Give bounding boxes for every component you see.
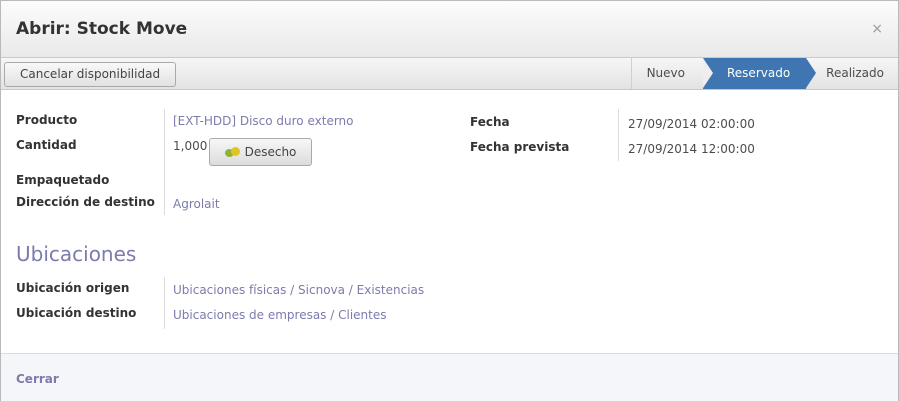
dialog-footer: Cerrar <box>1 353 898 401</box>
stock-move-dialog: Abrir: Stock Move × Cancelar disponibili… <box>0 0 899 401</box>
producto-label: Producto <box>16 113 78 127</box>
empaquetado-label: Empaquetado <box>16 173 110 187</box>
form-body: Producto [EXT-HDD] Disco duro externo Ca… <box>1 91 898 353</box>
stage-nuevo[interactable]: Nuevo <box>632 58 703 89</box>
desecho-label: Desecho <box>244 145 297 159</box>
field-divider <box>618 109 619 161</box>
dialog-header: Abrir: Stock Move × <box>1 1 898 58</box>
direccion-destino-link[interactable]: Agrolait <box>173 197 220 211</box>
status-toolbar: Cancelar disponibilidad Nuevo Reservado … <box>1 58 898 90</box>
stage-bar: Nuevo Reservado Realizado <box>630 58 898 89</box>
fecha-label: Fecha <box>470 115 510 129</box>
close-icon[interactable]: × <box>871 21 883 37</box>
cantidad-value: 1,000 <box>173 139 208 153</box>
ubicacion-origen-label: Ubicación origen <box>16 281 130 295</box>
direccion-destino-label: Dirección de destino <box>16 195 155 209</box>
desecho-button[interactable]: Desecho <box>209 138 312 166</box>
ubicacion-destino-label: Ubicación destino <box>16 306 137 320</box>
fecha-prevista-label: Fecha prevista <box>470 140 570 154</box>
dialog-title: Abrir: Stock Move <box>16 19 188 39</box>
close-link[interactable]: Cerrar <box>16 372 59 386</box>
field-divider <box>164 277 165 329</box>
field-divider <box>164 109 165 215</box>
scrap-icon <box>224 146 241 158</box>
stage-realizado[interactable]: Realizado <box>806 58 898 89</box>
cancel-availability-button[interactable]: Cancelar disponibilidad <box>4 62 177 87</box>
stage-reservado[interactable]: Reservado <box>703 58 817 89</box>
ubicacion-origen-link[interactable]: Ubicaciones físicas / Sicnova / Existenc… <box>173 283 424 297</box>
ubicacion-destino-link[interactable]: Ubicaciones de empresas / Clientes <box>173 308 386 322</box>
ubicaciones-heading: Ubicaciones <box>16 242 137 266</box>
fecha-value: 27/09/2014 02:00:00 <box>628 117 755 131</box>
producto-link[interactable]: [EXT-HDD] Disco duro externo <box>173 114 354 128</box>
cantidad-label: Cantidad <box>16 138 77 152</box>
fecha-prevista-value: 27/09/2014 12:00:00 <box>628 142 755 156</box>
